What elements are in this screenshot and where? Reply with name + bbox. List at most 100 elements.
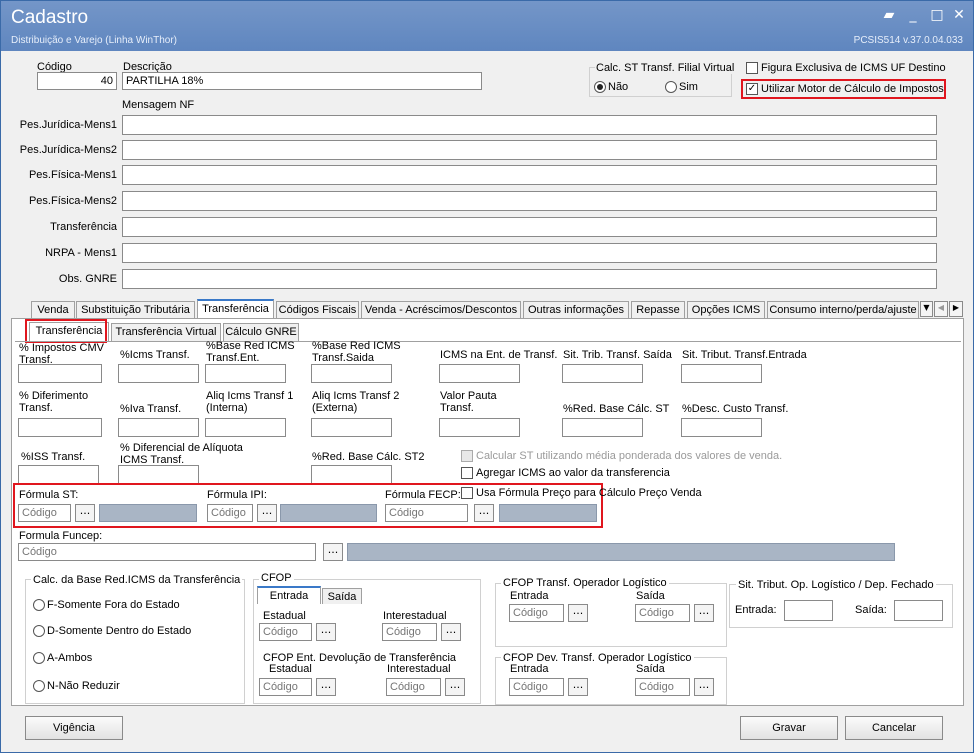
radio-nao[interactable] bbox=[594, 81, 606, 93]
tab-repasse[interactable]: Repasse bbox=[631, 301, 685, 319]
cfop-dev-interestadual-lookup-button[interactable]: ... bbox=[445, 678, 465, 696]
cfop-dev-interestadual-input[interactable] bbox=[386, 678, 441, 696]
cfop-oper-dev-saida-input[interactable] bbox=[635, 678, 690, 696]
cfop-interestadual-lookup-button[interactable]: ... bbox=[441, 623, 461, 641]
tab-scroll-left-icon[interactable]: ◀ bbox=[934, 301, 948, 317]
cfop-estadual-lookup-button[interactable]: ... bbox=[316, 623, 336, 641]
formula-fecp-lookup-button[interactable]: ... bbox=[474, 504, 494, 522]
input-red-base-st[interactable] bbox=[562, 418, 643, 437]
input-desc-custo[interactable] bbox=[681, 418, 762, 437]
usa-formula-checkbox[interactable] bbox=[461, 487, 473, 499]
tab-venda-acrescimos[interactable]: Venda - Acréscimos/Descontos bbox=[361, 301, 521, 319]
restore-icon[interactable]: ▰ bbox=[879, 7, 899, 23]
input-base-red-ent[interactable] bbox=[205, 364, 286, 383]
cfop-oper-dev-saida-lookup-button[interactable]: ... bbox=[694, 678, 714, 696]
cfop-estadual-label: Estadual bbox=[263, 610, 306, 622]
label-sit-trib-saida: Sit. Trib. Transf. Saída bbox=[563, 349, 672, 361]
radio-fora-estado[interactable] bbox=[33, 599, 45, 611]
close-icon[interactable]: ✕ bbox=[949, 7, 969, 23]
input-icms-ent-transf[interactable] bbox=[439, 364, 520, 383]
msg-input-transf[interactable] bbox=[122, 217, 937, 237]
formula-funcep-input[interactable] bbox=[18, 543, 316, 561]
input-sit-trib-saida[interactable] bbox=[562, 364, 643, 383]
msg-label-pf2: Pes.Física-Mens2 bbox=[28, 195, 117, 207]
tab-transferencia[interactable]: Transferência bbox=[197, 299, 274, 319]
label-impostos-cmv: % Impostos CMV Transf. bbox=[19, 342, 104, 366]
formula-fecp-input[interactable] bbox=[385, 504, 468, 522]
input-impostos-cmv[interactable] bbox=[18, 364, 102, 383]
tab-substituicao[interactable]: Substituição Tributária bbox=[76, 301, 195, 319]
input-red-base-st2[interactable] bbox=[311, 465, 392, 484]
input-valor-pauta[interactable] bbox=[439, 418, 520, 437]
tab-consumo-interno[interactable]: Consumo interno/perda/ajuste bbox=[767, 301, 919, 319]
msg-input-gnre[interactable] bbox=[122, 269, 937, 289]
agregar-icms-checkbox[interactable] bbox=[461, 467, 473, 479]
input-iva-transf[interactable] bbox=[118, 418, 199, 437]
radio-sim[interactable] bbox=[665, 81, 677, 93]
tab-outras-informacoes[interactable]: Outras informações bbox=[523, 301, 629, 319]
codigo-input[interactable] bbox=[37, 72, 117, 90]
radio-nao-reduzir[interactable] bbox=[33, 680, 45, 692]
sit-tribut-entrada-input[interactable] bbox=[784, 600, 833, 621]
figura-exclusiva-checkbox[interactable] bbox=[746, 62, 758, 74]
cfop-tab-saida[interactable]: Saída bbox=[322, 588, 362, 604]
label-icms-transf: %Icms Transf. bbox=[120, 349, 190, 361]
input-sit-trib-entrada[interactable] bbox=[681, 364, 762, 383]
usa-formula-label: Usa Fórmula Preço para Cálculo Preço Ven… bbox=[476, 487, 702, 499]
vigencia-button[interactable]: Vigência bbox=[25, 716, 123, 740]
radio-ambos[interactable] bbox=[33, 652, 45, 664]
formula-funcep-lookup-button[interactable]: ... bbox=[323, 543, 343, 561]
maximize-icon[interactable]: □ bbox=[927, 7, 947, 23]
input-icms-transf[interactable] bbox=[118, 364, 199, 383]
msg-input-pf1[interactable] bbox=[122, 165, 937, 185]
gravar-button[interactable]: Gravar bbox=[740, 716, 838, 740]
cfop-oper-entrada-input[interactable] bbox=[509, 604, 564, 622]
cfop-dev-estadual-lookup-button[interactable]: ... bbox=[316, 678, 336, 696]
label-desc-custo: %Desc. Custo Transf. bbox=[682, 403, 789, 415]
input-diferimento[interactable] bbox=[18, 418, 102, 437]
subtab-calculo-gnre[interactable]: Cálculo GNRE bbox=[223, 323, 299, 341]
subtab-transferencia-virtual[interactable]: Transferência Virtual bbox=[111, 323, 221, 341]
label-red-base-st2: %Red. Base Cálc. ST2 bbox=[312, 451, 425, 463]
msg-input-pf2[interactable] bbox=[122, 191, 937, 211]
input-aliq-interna[interactable] bbox=[205, 418, 286, 437]
tab-opcoes-icms[interactable]: Opções ICMS bbox=[687, 301, 765, 319]
tab-codigos-fiscais[interactable]: Códigos Fiscais bbox=[276, 301, 359, 319]
figura-exclusiva-label: Figura Exclusiva de ICMS UF Destino bbox=[761, 62, 946, 74]
agregar-icms-label: Agregar ICMS ao valor da transferencia bbox=[476, 467, 670, 479]
descricao-input[interactable] bbox=[122, 72, 482, 90]
cfop-oper-dev-entrada-input[interactable] bbox=[509, 678, 564, 696]
cfop-oper-dev-entrada-lookup-button[interactable]: ... bbox=[568, 678, 588, 696]
input-iss-transf[interactable] bbox=[18, 465, 99, 484]
cfop-oper-saida-input[interactable] bbox=[635, 604, 690, 622]
input-dif-aliquota[interactable] bbox=[118, 465, 199, 484]
cfop-dev-estadual-input[interactable] bbox=[259, 678, 312, 696]
cfop-oper-saida-lookup-button[interactable]: ... bbox=[694, 604, 714, 622]
msg-label-transf: Transferência bbox=[50, 221, 117, 233]
formula-st-lookup-button[interactable]: ... bbox=[75, 504, 95, 522]
formula-st-input[interactable] bbox=[18, 504, 71, 522]
input-base-red-saida[interactable] bbox=[311, 364, 392, 383]
tab-scroll-right-icon[interactable]: ▶ bbox=[949, 301, 963, 317]
tab-venda[interactable]: Venda bbox=[31, 301, 75, 319]
minimize-icon[interactable]: _ bbox=[903, 7, 923, 23]
calcular-st-media-checkbox[interactable] bbox=[461, 450, 473, 462]
cfop-tab-entrada[interactable]: Entrada bbox=[257, 586, 321, 604]
sit-tribut-saida-input[interactable] bbox=[894, 600, 943, 621]
formula-ipi-input[interactable] bbox=[207, 504, 253, 522]
window-subtitle: Distribuição e Varejo (Linha WinThor) bbox=[11, 35, 177, 46]
cfop-estadual-input[interactable] bbox=[259, 623, 312, 641]
calc-st-label: Calc. ST Transf. Filial Virtual bbox=[595, 62, 736, 74]
radio-dentro-estado[interactable] bbox=[33, 625, 45, 637]
cancelar-button[interactable]: Cancelar bbox=[845, 716, 943, 740]
input-aliq-externa[interactable] bbox=[311, 418, 392, 437]
msg-input-nrpa[interactable] bbox=[122, 243, 937, 263]
msg-input-pj1[interactable] bbox=[122, 115, 937, 135]
formula-ipi-lookup-button[interactable]: ... bbox=[257, 504, 277, 522]
msg-input-pj2[interactable] bbox=[122, 140, 937, 160]
cfop-oper-entrada-lookup-button[interactable]: ... bbox=[568, 604, 588, 622]
utilizar-motor-checkbox[interactable]: ✓ bbox=[746, 83, 758, 95]
radio-sim-label: Sim bbox=[679, 81, 698, 93]
cfop-interestadual-input[interactable] bbox=[382, 623, 437, 641]
tab-dropdown-icon[interactable]: ▼ bbox=[920, 301, 933, 317]
